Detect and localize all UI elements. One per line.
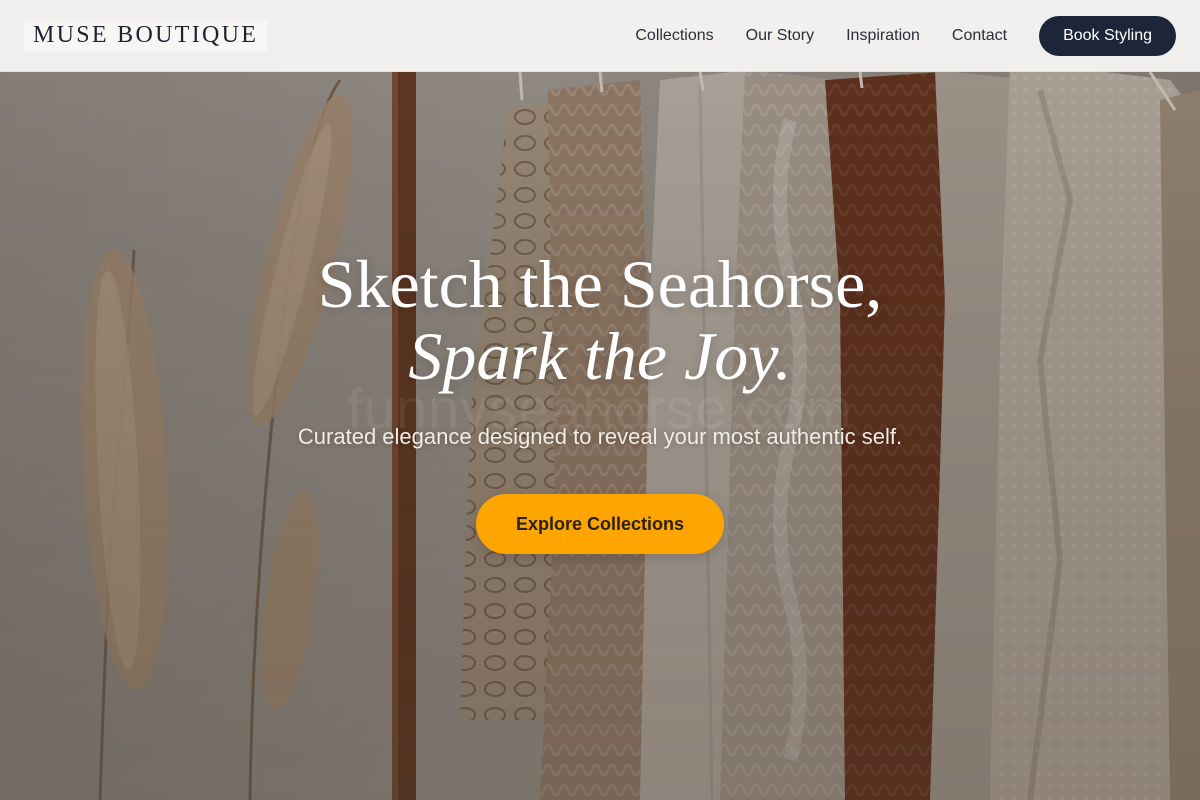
hero-subtitle: Curated elegance designed to reveal your… — [297, 424, 903, 449]
hero-headline: Sketch the Seahorse, Spark the Joy. — [0, 248, 1200, 392]
explore-collections-button[interactable]: Explore Collections — [476, 494, 724, 554]
brand-logo[interactable]: MUSE BOUTIQUE — [24, 19, 268, 52]
nav-link-collections[interactable]: Collections — [635, 27, 713, 45]
nav-link-our-story[interactable]: Our Story — [746, 27, 814, 45]
hero-headline-line1: Sketch the Seahorse, — [317, 246, 883, 322]
book-styling-button[interactable]: Book Styling — [1039, 15, 1176, 56]
main-nav: Collections Our Story Inspiration Contac… — [635, 15, 1176, 56]
nav-link-contact[interactable]: Contact — [952, 27, 1007, 45]
hero-headline-line2: Spark the Joy. — [408, 318, 792, 394]
site-header: MUSE BOUTIQUE Collections Our Story Insp… — [0, 0, 1200, 72]
nav-link-inspiration[interactable]: Inspiration — [846, 27, 920, 45]
hero-content: funnyseahorse.com Sketch the Seahorse, S… — [0, 248, 1200, 554]
